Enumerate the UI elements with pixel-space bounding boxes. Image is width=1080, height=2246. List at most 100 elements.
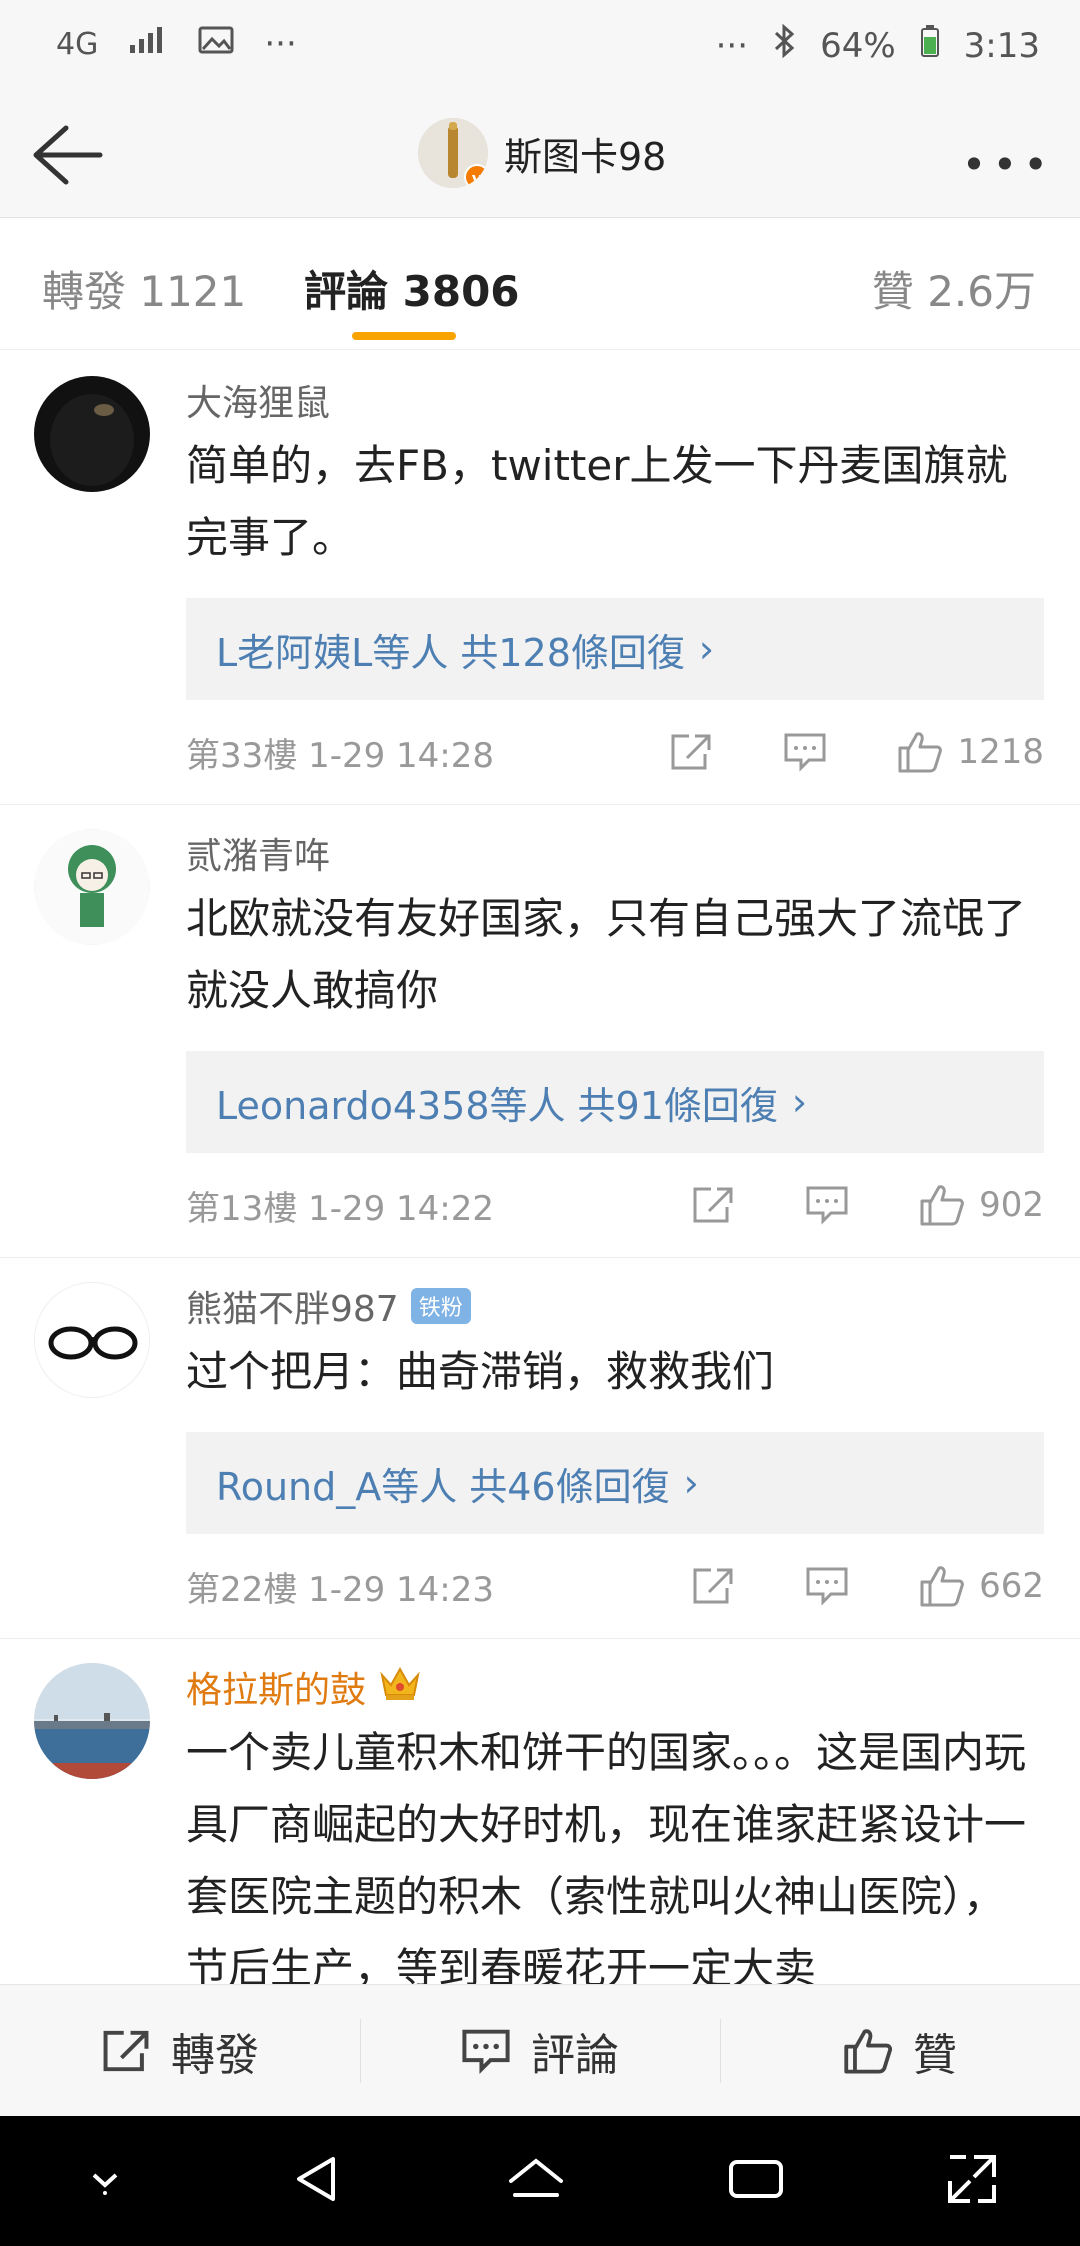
recents-icon: [728, 2160, 783, 2198]
comment-username-row: 熊猫不胖987 铁粉: [186, 1282, 1044, 1330]
comment-text: 北欧就没有友好国家，只有自己强大了流氓了就没人敢搞你: [186, 894, 1027, 1015]
comment-meta: 第33樓 1-29 14:28 1218: [186, 700, 1044, 804]
reply-button[interactable]: [805, 1566, 849, 1606]
reply-count: 共128條回復: [460, 630, 685, 675]
repost-label: 轉發: [171, 2029, 259, 2081]
active-tab-indicator: [352, 332, 456, 340]
bottom-action-bar: 轉發 評論 贊: [0, 1984, 1080, 2116]
battery-percent: 64%: [820, 25, 896, 66]
like-button[interactable]: 1218: [897, 730, 1044, 774]
comment-icon: [806, 1567, 848, 1606]
floor-time: 第33樓 1-29 14:28: [186, 735, 495, 776]
comment-username[interactable]: 大海狸鼠: [186, 376, 1044, 424]
comment-meta: 第13樓 1-29 14:22 902: [186, 1153, 1044, 1257]
reply-users: Leonardo4358等人: [216, 1083, 566, 1128]
reply-button[interactable]: [805, 1185, 849, 1225]
like-button[interactable]: 902: [919, 1183, 1044, 1227]
share-button[interactable]: [691, 1185, 735, 1225]
system-recents-button[interactable]: [727, 2154, 785, 2208]
comment-icon: [806, 1186, 848, 1225]
like-count: 662: [979, 1566, 1044, 1606]
more-menu-button[interactable]: •••: [962, 140, 1054, 189]
tab-comments[interactable]: 評論 3806: [304, 258, 520, 319]
system-back-button[interactable]: [289, 2151, 345, 2211]
comment-meta: 第22樓 1-29 14:23 662: [186, 1534, 1044, 1638]
navigation-bar: v 斯图卡98 •••: [0, 92, 1080, 218]
comment-text: 一个卖儿童积木和饼干的国家。。。这是国内玩具厂商崛起的大好时机，现在谁家赶紧设计…: [186, 1728, 1027, 1993]
system-navigation-bar: [0, 2116, 1080, 2246]
like-label: 贊: [913, 2029, 957, 2081]
comment-username-row: 格拉斯的鼓: [186, 1663, 1044, 1711]
more-notifications-icon: ···: [264, 24, 297, 64]
like-button[interactable]: 662: [919, 1564, 1044, 1608]
chevron-right-icon: ›: [791, 1080, 808, 1124]
thumbs-up-icon: [844, 2028, 893, 2074]
crown-icon: [378, 1663, 422, 1712]
expand-button[interactable]: [944, 2151, 1000, 2211]
comment-button[interactable]: 評論: [360, 1985, 720, 2116]
image-icon: [198, 24, 234, 64]
tab-bar: 轉發 1121 評論 3806 贊 2.6万: [0, 218, 1080, 350]
comment-username[interactable]: 熊猫不胖987: [186, 1280, 399, 1332]
thumbs-up-icon: [920, 1185, 964, 1226]
comment-label: 評論: [531, 2029, 619, 2081]
triangle-back-icon: [297, 2157, 336, 2201]
reply-users: L老阿姨L等人: [216, 630, 449, 675]
comment-icon: [784, 733, 826, 772]
floor-time: 第22樓 1-29 14:23: [186, 1569, 495, 1610]
like-count: 1218: [957, 732, 1044, 772]
replies-link[interactable]: Leonardo4358等人 共91條回復 ›: [186, 1051, 1044, 1153]
share-icon: [103, 2030, 149, 2071]
avatar[interactable]: [34, 1663, 150, 1779]
comment-text: 过个把月：曲奇滞销，救救我们: [186, 1347, 775, 1396]
repost-button[interactable]: 轉發: [0, 1985, 360, 2116]
replies-link[interactable]: L老阿姨L等人 共128條回復 ›: [186, 598, 1044, 700]
comment-item: 熊猫不胖987 铁粉 过个把月：曲奇滞销，救救我们 Round_A等人 共46條…: [0, 1258, 1080, 1639]
chevron-right-icon: ›: [683, 1461, 699, 1505]
battery-icon: [920, 24, 940, 67]
verified-badge-icon: v: [464, 164, 488, 188]
avatar: v: [418, 118, 488, 188]
avatar[interactable]: [34, 829, 150, 945]
comment-item: 格拉斯的鼓 一个卖儿童积木和饼干的国家。。。这是国内玩具厂商崛起的大好时机，现在…: [0, 1639, 1080, 2005]
like-count: 902: [979, 1185, 1044, 1225]
bluetooth-icon: [772, 23, 796, 67]
avatar[interactable]: [34, 1282, 150, 1398]
reply-count: 共46條回復: [469, 1464, 670, 1509]
share-icon: [693, 1187, 733, 1223]
like-button[interactable]: 贊: [720, 1985, 1080, 2116]
system-home-button[interactable]: [505, 2151, 567, 2211]
home-icon: [508, 2158, 563, 2197]
reply-users: Round_A等人: [216, 1464, 458, 1509]
comment-item: 大海狸鼠 简单的，去FB，twitter上发一下丹麦国旗就完事了。 L老阿姨L等…: [0, 352, 1080, 805]
profile-title[interactable]: v 斯图卡98: [418, 118, 666, 188]
status-bar: 4G ··· ··· 64% 3:13: [0, 0, 1080, 92]
comment-item: 贰潴青哖 北欧就没有友好国家，只有自己强大了流氓了就没人敢搞你 Leonardo…: [0, 805, 1080, 1258]
share-button[interactable]: [691, 1566, 735, 1606]
clock: 3:13: [963, 25, 1040, 66]
share-button[interactable]: [669, 732, 713, 772]
share-icon: [671, 734, 711, 770]
replies-link[interactable]: Round_A等人 共46條回復 ›: [186, 1432, 1044, 1534]
signal-icon: [128, 24, 168, 64]
avatar[interactable]: [34, 376, 150, 492]
comment-list: 大海狸鼠 简单的，去FB，twitter上发一下丹麦国旗就完事了。 L老阿姨L等…: [0, 352, 1080, 2005]
comment-username[interactable]: 格拉斯的鼓: [186, 1661, 366, 1713]
share-icon: [693, 1568, 733, 1604]
comment-username[interactable]: 贰潴青哖: [186, 829, 1044, 877]
back-button[interactable]: [26, 120, 106, 190]
floor-time: 第13樓 1-29 14:22: [186, 1188, 495, 1229]
thumbs-up-icon: [920, 1566, 964, 1607]
network-label: 4G: [56, 26, 99, 62]
tab-repost[interactable]: 轉發 1121: [42, 258, 246, 319]
comment-icon: [462, 2029, 510, 2074]
tab-likes[interactable]: 贊 2.6万: [872, 258, 1036, 319]
reply-count: 共91條回復: [577, 1083, 778, 1128]
chevron-right-icon: ›: [698, 627, 715, 671]
fan-badge: 铁粉: [410, 1288, 471, 1324]
hide-keyboard-button[interactable]: [80, 2159, 130, 2203]
back-arrow-icon: [33, 125, 103, 185]
chevron-down-icon: [92, 2173, 118, 2195]
expand-icon: [948, 2155, 997, 2203]
reply-button[interactable]: [783, 732, 827, 772]
